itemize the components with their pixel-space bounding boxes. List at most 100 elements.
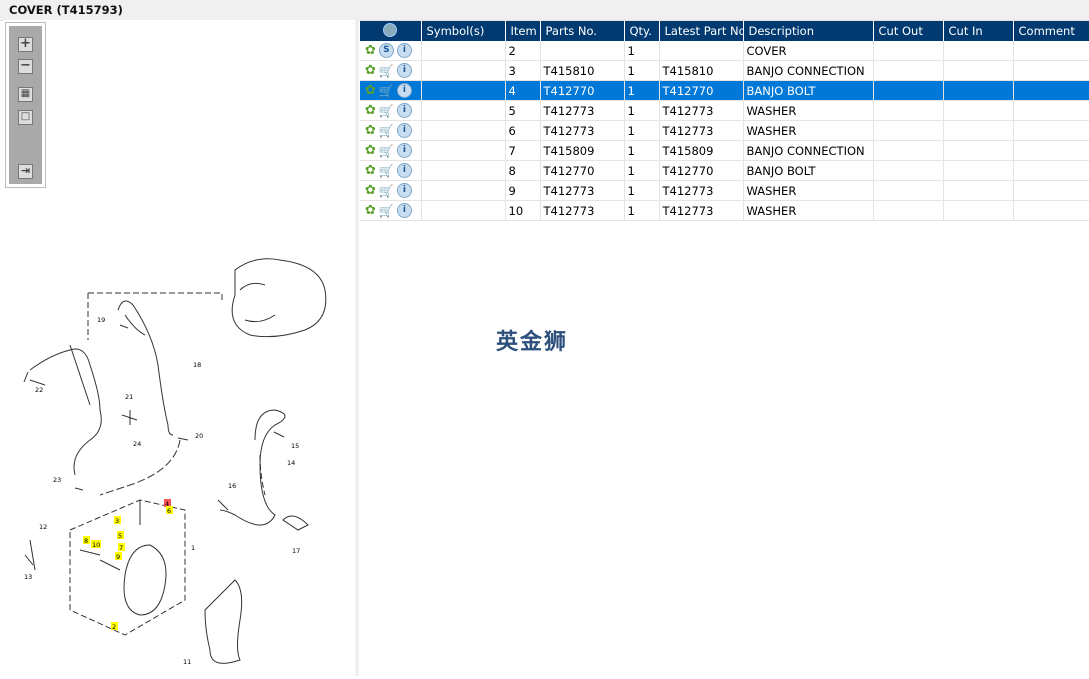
info-icon[interactable]: i [396, 43, 412, 58]
cell-part: T412770 [540, 160, 625, 181]
cell-qty: 1 [624, 160, 660, 181]
cell-part: T412773 [540, 120, 625, 141]
cell-latest: T415809 [659, 140, 744, 161]
diagram-pane[interactable]: 19 22 21 18 24 20 15 14 23 16 12 1 13 17… [3, 20, 356, 676]
cell-part: T412773 [540, 200, 625, 221]
column-header[interactable]: Cut Out [873, 21, 944, 41]
title-bar: COVER (T415793) [0, 0, 1089, 21]
table-row[interactable]: ✿ 🛒 i 5 T412773 1 T412773 WASHER [360, 100, 1089, 121]
column-header[interactable]: Cut In [943, 21, 1014, 41]
cell-cut-out [873, 180, 944, 201]
cell-latest: T412770 [659, 80, 744, 101]
gear-icon[interactable]: ✿ [365, 123, 376, 138]
cell-item: 9 [505, 180, 541, 201]
cell-item: 5 [505, 100, 541, 121]
zoom-out-button[interactable]: − [18, 59, 33, 74]
callout: 19 [97, 316, 105, 324]
cell-latest: T412773 [659, 120, 744, 141]
cell-comment [1013, 100, 1089, 121]
info-icon[interactable]: i [396, 83, 412, 98]
column-header[interactable]: Latest Part No. [659, 21, 744, 41]
cart-icon[interactable]: 🛒 [379, 204, 394, 218]
cell-part [540, 41, 625, 61]
info-icon[interactable]: i [396, 103, 412, 118]
cell-symbols [421, 160, 506, 181]
table-row[interactable]: ✿ Si 2 1 COVER [360, 41, 1089, 61]
info-icon[interactable]: i [396, 63, 412, 78]
gear-icon[interactable]: ✿ [365, 43, 376, 58]
column-header[interactable]: Qty. [624, 21, 660, 41]
row-actions: ✿ 🛒 i [360, 120, 422, 141]
info-icon[interactable]: i [396, 123, 412, 138]
cell-desc: COVER [743, 41, 874, 61]
zoom-in-button[interactable]: + [18, 37, 33, 52]
export-button[interactable]: ⇥ [18, 164, 33, 179]
cart-icon[interactable]: 🛒 [379, 184, 394, 198]
callout: 5 [118, 532, 122, 540]
cell-item: 7 [505, 140, 541, 161]
table-row[interactable]: ✿ 🛒 i 7 T415809 1 T415809 BANJO CONNECTION [360, 140, 1089, 161]
cell-latest: T412773 [659, 180, 744, 201]
cell-desc: WASHER [743, 200, 874, 221]
row-actions: ✿ 🛒 i [360, 100, 422, 121]
row-actions: ✿ 🛒 i [360, 200, 422, 221]
table-row[interactable]: ✿ 🛒 i 10 T412773 1 T412773 WASHER [360, 200, 1089, 221]
gear-icon[interactable]: ✿ [365, 83, 376, 98]
cart-icon[interactable]: 🛒 [379, 64, 394, 78]
callout: 14 [287, 459, 295, 467]
column-header[interactable]: Description [743, 21, 874, 41]
cell-item: 2 [505, 41, 541, 61]
cart-icon[interactable]: 🛒 [379, 124, 394, 138]
column-header[interactable]: Parts No. [540, 21, 625, 41]
actual-size-button[interactable]: □ [18, 110, 33, 125]
column-header[interactable]: Symbol(s) [421, 21, 506, 41]
column-header[interactable]: Item [505, 21, 541, 41]
callout: 13 [24, 573, 32, 581]
callout: 12 [39, 523, 47, 531]
cell-item: 10 [505, 200, 541, 221]
cell-cut-in [943, 60, 1014, 81]
callout: 3 [115, 517, 119, 525]
table-row[interactable]: ✿ 🛒 i 3 T415810 1 T415810 BANJO CONNECTION [360, 60, 1089, 81]
info-icon[interactable]: i [396, 203, 412, 218]
cell-cut-in [943, 140, 1014, 161]
supersession-icon[interactable]: S [378, 43, 394, 58]
table-row[interactable]: ✿ 🛒 i 8 T412770 1 T412770 BANJO BOLT [360, 160, 1089, 181]
callout: 7 [119, 544, 123, 552]
cart-icon[interactable]: 🛒 [379, 144, 394, 158]
callout: 17 [292, 547, 300, 555]
parts-table: Symbol(s) Item Parts No. Qty. Latest Part No… [360, 21, 1089, 221]
cell-desc: BANJO BOLT [743, 80, 874, 101]
info-icon[interactable]: i [396, 163, 412, 178]
cart-icon[interactable]: 🛒 [379, 164, 394, 178]
callout: 21 [125, 393, 133, 401]
table-row[interactable]: ✿ 🛒 i 6 T412773 1 T412773 WASHER [360, 120, 1089, 141]
gear-icon[interactable]: ✿ [365, 183, 376, 198]
pane-splitter[interactable] [355, 20, 359, 676]
search-column-header[interactable] [360, 21, 422, 41]
gear-icon[interactable]: ✿ [365, 103, 376, 118]
info-icon[interactable]: i [396, 183, 412, 198]
table-row[interactable]: ✿ 🛒 i 9 T412773 1 T412773 WASHER [360, 180, 1089, 201]
cell-desc: WASHER [743, 180, 874, 201]
gear-icon[interactable]: ✿ [365, 63, 376, 78]
fit-all-button[interactable]: ▦ [18, 87, 33, 102]
callout: 2 [112, 623, 116, 631]
table-row[interactable]: ✿ 🛒 i 4 T412770 1 T412770 BANJO BOLT [360, 80, 1089, 101]
cell-comment [1013, 200, 1089, 221]
column-header[interactable]: Comment [1013, 21, 1089, 41]
cart-icon[interactable]: 🛒 [379, 84, 394, 98]
cell-cut-out [873, 41, 944, 61]
cell-item: 4 [505, 80, 541, 101]
cell-qty: 1 [624, 200, 660, 221]
gear-icon[interactable]: ✿ [365, 203, 376, 218]
search-parts-icon[interactable] [383, 22, 398, 37]
exploded-diagram[interactable]: 19 22 21 18 24 20 15 14 23 16 12 1 13 17… [3, 20, 355, 676]
gear-icon[interactable]: ✿ [365, 143, 376, 158]
row-actions: ✿ 🛒 i [360, 80, 422, 101]
gear-icon[interactable]: ✿ [365, 163, 376, 178]
cell-symbols [421, 120, 506, 141]
cell-desc: BANJO CONNECTION [743, 140, 874, 161]
cart-icon[interactable]: 🛒 [379, 104, 394, 118]
info-icon[interactable]: i [396, 143, 412, 158]
